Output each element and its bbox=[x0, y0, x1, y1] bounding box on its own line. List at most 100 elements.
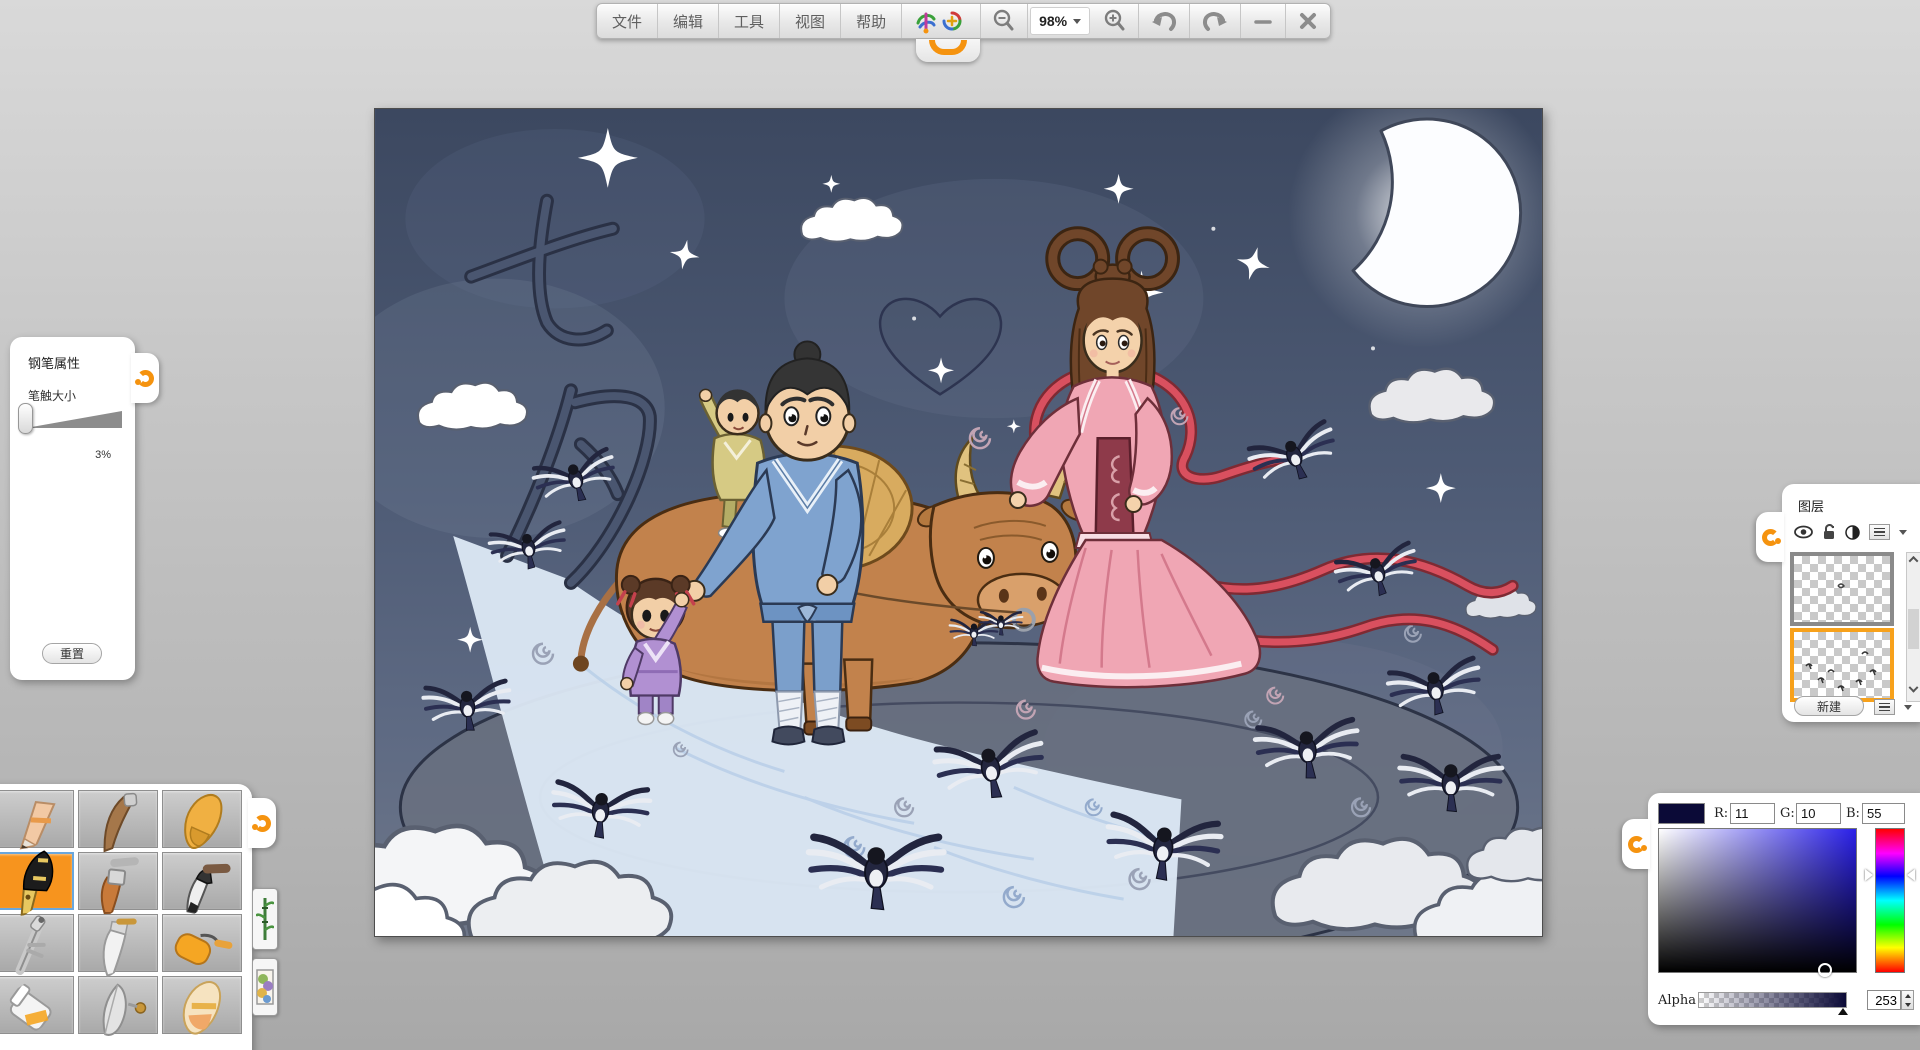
layer-item-2[interactable] bbox=[1790, 628, 1894, 702]
tool-crayon[interactable] bbox=[162, 790, 242, 848]
undo-button[interactable] bbox=[1139, 4, 1190, 38]
special-tools-button[interactable] bbox=[902, 4, 981, 38]
color-panel-grab-tab[interactable] bbox=[1622, 819, 1650, 869]
color-picker-panel: R: G: B: Alpha bbox=[1648, 793, 1920, 1025]
blue-label: B: bbox=[1846, 806, 1860, 821]
paint-tube-icon bbox=[0, 967, 74, 1042]
current-color-swatch bbox=[1658, 803, 1705, 824]
zoom-level-value: 98% bbox=[1039, 13, 1067, 29]
hue-marker-left-icon[interactable] bbox=[1865, 869, 1873, 881]
zoom-in-button[interactable] bbox=[1092, 4, 1139, 38]
pen-panel-grab-tab[interactable] bbox=[131, 353, 159, 403]
orange-handle-icon bbox=[254, 815, 271, 832]
tool-eraser[interactable] bbox=[162, 976, 242, 1034]
brush-size-value: 3% bbox=[95, 449, 111, 461]
eye-icon[interactable] bbox=[1794, 525, 1813, 539]
fountain-pen-icon bbox=[0, 843, 74, 918]
layers-panel-title: 图层 bbox=[1798, 496, 1824, 515]
tool-blade[interactable] bbox=[78, 976, 158, 1034]
alpha-field[interactable] bbox=[1867, 990, 1901, 1010]
palette-knife-icon bbox=[78, 905, 158, 980]
layer-options-button[interactable] bbox=[1874, 699, 1895, 715]
orange-handle-icon bbox=[1762, 529, 1779, 546]
menu-view[interactable]: 视图 bbox=[780, 4, 841, 38]
minimize-button[interactable] bbox=[1241, 4, 1286, 38]
tool-grid bbox=[0, 790, 242, 1034]
bamboo-icon bbox=[256, 894, 274, 944]
layer-menu-button[interactable] bbox=[1869, 524, 1890, 540]
hue-slider[interactable] bbox=[1875, 828, 1905, 973]
hue-marker-right-icon[interactable] bbox=[1907, 869, 1915, 881]
layer-scrollbar-thumb[interactable] bbox=[1908, 609, 1919, 649]
spinner-down-icon[interactable] bbox=[1905, 1003, 1911, 1007]
undo-icon bbox=[1149, 8, 1179, 34]
chevron-down-icon[interactable] bbox=[1899, 530, 1907, 535]
color-cursor[interactable] bbox=[1818, 963, 1832, 977]
flat-brush-icon bbox=[78, 843, 158, 918]
toolbar-grab-tab[interactable] bbox=[916, 39, 980, 62]
tool-fountain-pen[interactable] bbox=[0, 852, 74, 910]
tool-ink-brush[interactable] bbox=[162, 852, 242, 910]
red-field[interactable] bbox=[1730, 803, 1775, 824]
tool-paint-tube[interactable] bbox=[0, 976, 74, 1034]
green-field[interactable] bbox=[1796, 803, 1841, 824]
chevron-down-icon[interactable] bbox=[1904, 705, 1912, 710]
bamboo-brush-button[interactable] bbox=[252, 888, 278, 950]
tool-airbrush[interactable] bbox=[0, 914, 74, 972]
blue-field[interactable] bbox=[1862, 803, 1905, 824]
tool-pencil[interactable] bbox=[0, 790, 74, 848]
pencil-icon bbox=[0, 781, 74, 856]
menu-edit[interactable]: 编辑 bbox=[658, 4, 719, 38]
texture-stamp-button[interactable] bbox=[252, 958, 278, 1016]
redo-button[interactable] bbox=[1190, 4, 1241, 38]
brush-size-track[interactable] bbox=[26, 411, 122, 428]
eraser-icon bbox=[162, 967, 242, 1042]
layer-scrollbar[interactable] bbox=[1906, 552, 1920, 702]
tool-palette-grab-tab[interactable] bbox=[248, 798, 276, 848]
red-label: R: bbox=[1714, 806, 1728, 821]
lock-open-icon[interactable] bbox=[1822, 524, 1836, 540]
ink-brush-icon bbox=[162, 843, 242, 918]
drawing-canvas[interactable]: 七夕 bbox=[374, 108, 1543, 937]
layers-panel-grab-tab[interactable] bbox=[1756, 512, 1784, 562]
menu-file[interactable]: 文件 bbox=[597, 4, 658, 38]
alpha-slider[interactable] bbox=[1698, 992, 1847, 1008]
green-label: G: bbox=[1780, 806, 1795, 821]
zoom-out-button[interactable] bbox=[981, 4, 1028, 38]
layer-item-1[interactable] bbox=[1790, 552, 1894, 626]
zoom-level-field[interactable]: 98% bbox=[1030, 7, 1090, 35]
new-layer-button[interactable]: 新建 bbox=[1794, 696, 1864, 716]
layers-panel: 图层 bbox=[1782, 484, 1920, 722]
blend-icon[interactable] bbox=[1845, 525, 1860, 540]
pen-panel-title: 钢笔属性 bbox=[28, 353, 80, 372]
alpha-spinner[interactable] bbox=[1901, 990, 1914, 1010]
airbrush-icon bbox=[0, 905, 74, 980]
texture-stamp-icon bbox=[256, 964, 274, 1010]
reset-button[interactable]: 重置 bbox=[42, 643, 102, 664]
tool-paint-roller[interactable] bbox=[162, 914, 242, 972]
orange-handle-icon bbox=[1628, 836, 1645, 853]
qixi-illustration bbox=[375, 109, 1542, 936]
tool-flat-brush[interactable] bbox=[78, 852, 158, 910]
crayon-icon bbox=[162, 781, 242, 856]
paint-roller-icon bbox=[162, 905, 242, 980]
tool-palette-knife[interactable] bbox=[78, 914, 158, 972]
close-button[interactable] bbox=[1286, 4, 1330, 38]
tool-palette-panel bbox=[0, 784, 252, 1050]
close-icon bbox=[1296, 9, 1320, 33]
layer-1-preview bbox=[1794, 556, 1890, 622]
spinner-up-icon[interactable] bbox=[1905, 994, 1911, 998]
brush-size-slider-thumb[interactable] bbox=[18, 403, 33, 434]
orange-handle-icon bbox=[137, 370, 154, 387]
layer-2-preview bbox=[1794, 632, 1890, 698]
scroll-up-icon[interactable] bbox=[1909, 556, 1919, 566]
application-window: 文件 编辑 工具 视图 帮助 bbox=[0, 0, 1920, 1050]
brush-size-label: 笔触大小 bbox=[28, 387, 76, 404]
menu-tools[interactable]: 工具 bbox=[719, 4, 780, 38]
saturation-value-picker[interactable] bbox=[1658, 828, 1857, 973]
blade-icon bbox=[78, 967, 158, 1042]
alpha-marker-icon[interactable] bbox=[1838, 1008, 1848, 1015]
menu-help[interactable]: 帮助 bbox=[841, 4, 902, 38]
scroll-down-icon[interactable] bbox=[1909, 683, 1919, 693]
tool-wood-pen[interactable] bbox=[78, 790, 158, 848]
